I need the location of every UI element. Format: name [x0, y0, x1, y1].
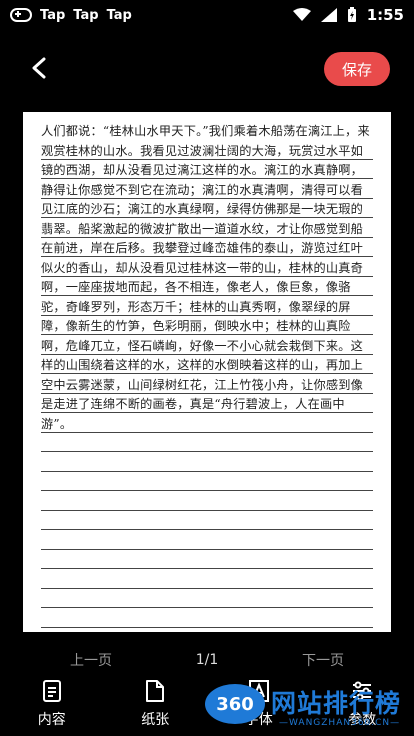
gamepad-icon — [10, 8, 32, 22]
status-left: Tap Tap Tap — [10, 8, 132, 23]
tool-content-button[interactable]: 内容 — [38, 679, 66, 729]
next-page-button[interactable]: 下一页 — [302, 650, 344, 670]
document-icon — [42, 680, 61, 702]
page-indicator: 1/1 — [195, 652, 219, 668]
status-tap-1: Tap — [40, 7, 66, 23]
ruled-line — [41, 530, 373, 550]
ruled-line — [41, 452, 373, 472]
back-arrow-icon[interactable] — [26, 54, 54, 82]
pagination: 上一页 1/1 下一页 — [0, 648, 414, 672]
tool-font-button[interactable]: 字体 — [245, 679, 273, 729]
ruled-line — [41, 608, 373, 628]
ruled-line — [41, 511, 373, 530]
tool-params-button[interactable]: 参数 — [348, 679, 376, 729]
tool-font-label: 字体 — [244, 712, 273, 728]
signal-icon — [320, 8, 337, 22]
tool-params-label: 参数 — [348, 712, 377, 728]
ruled-line — [41, 589, 373, 608]
save-button[interactable]: 保存 — [324, 52, 390, 86]
status-time: 1:55 — [366, 6, 404, 24]
ruled-line — [41, 433, 373, 452]
status-bar: Tap Tap Tap 1:55 — [0, 0, 414, 30]
status-right: 1:55 — [292, 6, 404, 24]
battery-icon — [347, 7, 356, 22]
bottom-toolbar: 内容 纸张 字体 参数 — [0, 672, 414, 736]
ruled-line — [41, 550, 373, 569]
ruled-line — [41, 569, 373, 589]
status-tap-3: Tap — [106, 7, 132, 23]
tool-content-label: 内容 — [37, 712, 66, 728]
ruled-line — [41, 491, 373, 511]
paper-preview: 人们都说：“桂林山水甲天下。”我们乘着木船荡在漓江上，来观赏桂林的山水。我看见过… — [23, 112, 391, 632]
font-icon — [248, 680, 269, 702]
sliders-icon — [353, 681, 372, 701]
handwritten-text: 人们都说：“桂林山水甲天下。”我们乘着木船荡在漓江上，来观赏桂林的山水。我看见过… — [41, 124, 370, 431]
status-tap-2: Tap — [73, 7, 99, 23]
tool-paper-label: 纸张 — [141, 712, 170, 728]
ruled-line — [41, 472, 373, 491]
paper-icon — [146, 680, 165, 702]
tool-paper-button[interactable]: 纸张 — [141, 679, 169, 729]
wifi-icon — [292, 8, 311, 21]
prev-page-button[interactable]: 上一页 — [70, 650, 112, 670]
